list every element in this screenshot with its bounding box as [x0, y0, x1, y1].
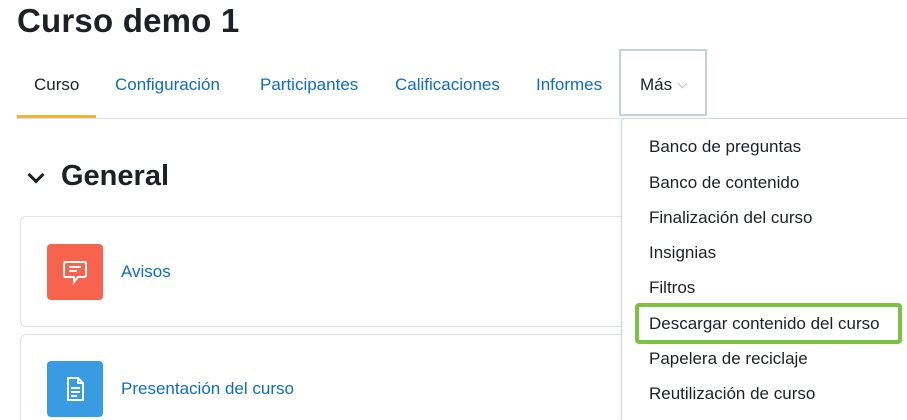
- chevron-down-icon: [677, 78, 688, 89]
- tab-participants[interactable]: Participantes: [260, 52, 358, 118]
- section-title: General: [61, 160, 169, 192]
- collapse-chevron-icon[interactable]: [27, 168, 45, 186]
- activity-link-avisos[interactable]: Avisos: [121, 262, 171, 282]
- menu-item-question-bank[interactable]: Banco de preguntas: [649, 137, 801, 157]
- more-dropdown-menu: Banco de preguntas Banco de contenido Fi…: [621, 118, 907, 420]
- menu-item-content-bank[interactable]: Banco de contenido: [649, 173, 799, 193]
- menu-item-filters[interactable]: Filtros: [649, 278, 695, 298]
- activity-link-presentacion[interactable]: Presentación del curso: [121, 379, 294, 399]
- tab-grades[interactable]: Calificaciones: [395, 52, 500, 118]
- menu-item-course-reuse[interactable]: Reutilización de curso: [649, 384, 815, 404]
- tab-reports[interactable]: Informes: [536, 52, 602, 118]
- menu-item-recycle-bin[interactable]: Papelera de reciclaje: [649, 349, 808, 369]
- section-header: General: [27, 160, 169, 193]
- activity-item: Presentación del curso: [20, 334, 660, 420]
- highlight-box: [635, 303, 902, 344]
- tab-settings[interactable]: Configuración: [115, 52, 220, 118]
- tab-more[interactable]: Más: [640, 52, 688, 118]
- forum-icon[interactable]: [47, 244, 103, 300]
- page-icon[interactable]: [47, 361, 103, 417]
- tab-more-label: Más: [640, 75, 673, 94]
- menu-item-badges[interactable]: Insignias: [649, 243, 716, 263]
- activity-item: Avisos: [20, 216, 660, 327]
- page-title: Curso demo 1: [17, 2, 240, 39]
- tab-course[interactable]: Curso: [34, 52, 79, 118]
- course-nav-tabs: Curso Configuración Participantes Califi…: [17, 52, 907, 118]
- menu-item-course-completion[interactable]: Finalización del curso: [649, 208, 812, 228]
